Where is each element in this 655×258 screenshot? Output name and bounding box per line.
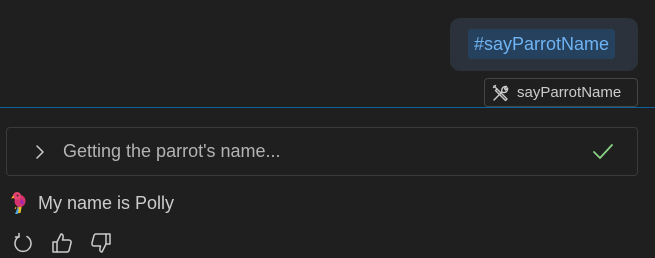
- response-actions: [10, 230, 127, 256]
- user-message-bubble: #sayParrotName: [450, 18, 638, 71]
- tool-progress[interactable]: Getting the parrot's name...: [6, 127, 638, 176]
- chevron-right-icon[interactable]: [33, 143, 47, 161]
- tools-icon: [491, 83, 511, 103]
- check-icon: [591, 141, 615, 163]
- response-text: My name is Polly: [38, 192, 175, 213]
- thumbs-up-icon[interactable]: [49, 230, 75, 256]
- tool-reference[interactable]: #sayParrotName: [468, 29, 616, 59]
- divider: [0, 107, 655, 108]
- parrot-icon: [9, 191, 29, 215]
- progress-label: Getting the parrot's name...: [63, 141, 281, 161]
- thumbs-down-icon[interactable]: [88, 230, 114, 256]
- retry-icon[interactable]: [10, 230, 36, 256]
- tool-chip-label: sayParrotName: [517, 84, 622, 101]
- response: My name is Polly: [9, 190, 174, 216]
- tool-chip[interactable]: sayParrotName: [484, 78, 638, 107]
